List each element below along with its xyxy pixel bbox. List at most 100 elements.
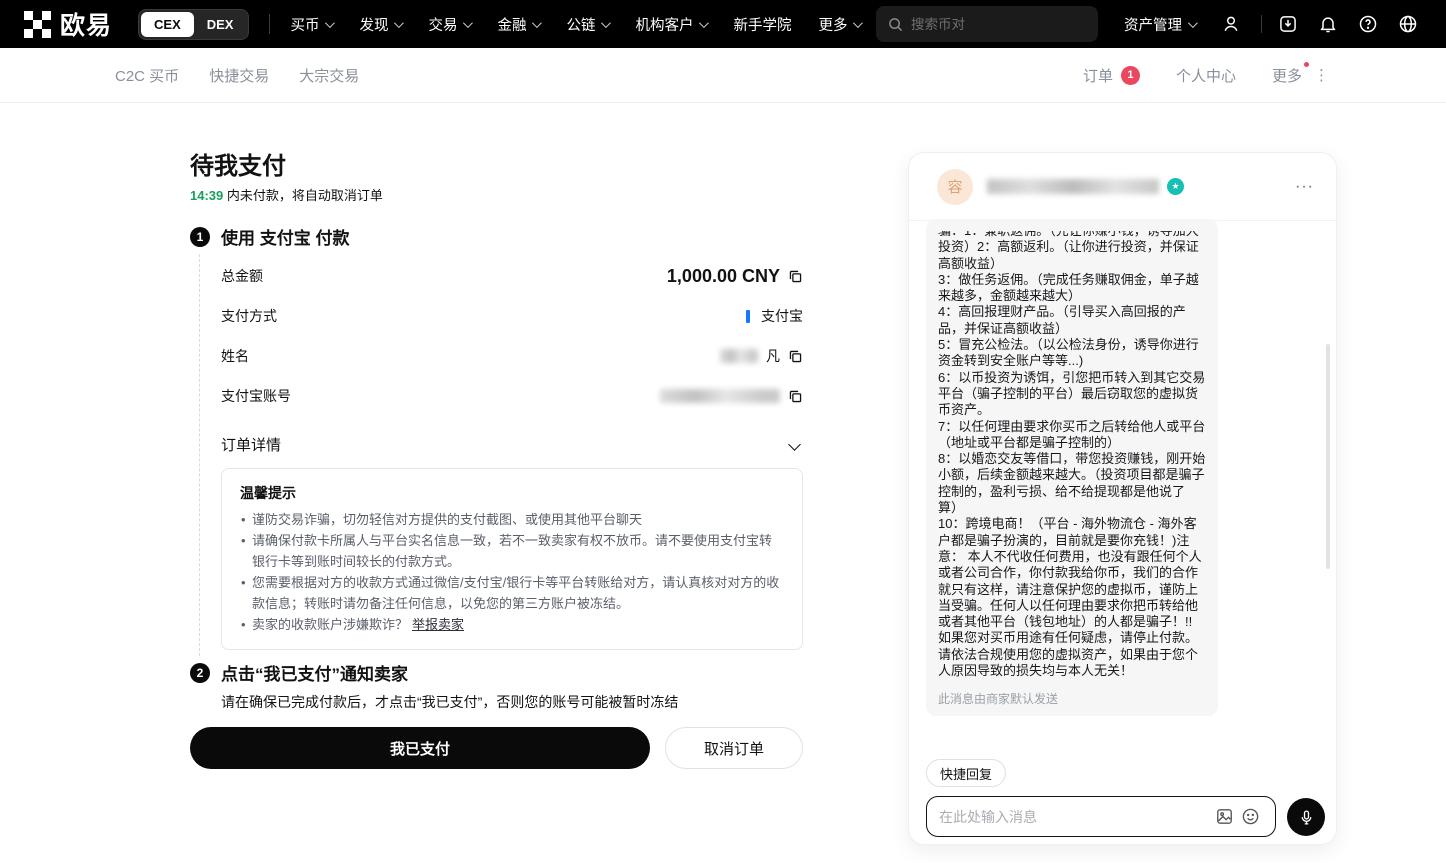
- countdown-line: 14:39 内未付款，将自动取消订单: [190, 185, 383, 204]
- search-input[interactable]: [911, 17, 1071, 32]
- voice-message-button[interactable]: [1287, 798, 1325, 836]
- method-row: 支付方式 支付宝: [221, 296, 803, 336]
- kebab-menu-icon[interactable]: ⋮: [1314, 66, 1330, 84]
- amount-row: 总金额 1,000.00 CNY: [221, 256, 803, 296]
- step2-title: 点击“我已支付”通知卖家: [221, 660, 408, 685]
- sub-navbar: C2C 买币 快捷交易 大宗交易 订单 1 个人中心 更多 ⋮: [0, 48, 1446, 103]
- chevron-down-icon: [532, 18, 542, 28]
- brand-name: 欧易: [60, 6, 112, 42]
- chat-more-icon[interactable]: ···: [1295, 178, 1314, 196]
- nav-item-academy[interactable]: 新手学院: [733, 14, 791, 35]
- chat-message-input[interactable]: [939, 809, 1211, 825]
- user-icon[interactable]: [1219, 12, 1243, 36]
- order-details-label: 订单详情: [221, 434, 281, 455]
- step2-number: 2: [190, 663, 210, 683]
- tip-item: 请确保付款卡所属人与平台实名信息一致，若不一致卖家有权不放币。请不要使用支付宝转…: [240, 530, 784, 572]
- name-visible-char: 凡: [766, 346, 780, 366]
- nav-item-chain[interactable]: 公链: [566, 14, 608, 35]
- orders-count-badge: 1: [1121, 66, 1140, 85]
- more-link[interactable]: 更多: [1272, 65, 1302, 86]
- tab-c2c-buy[interactable]: C2C 买币: [115, 65, 179, 86]
- tab-block-trade[interactable]: 大宗交易: [299, 65, 359, 86]
- help-icon[interactable]: [1356, 12, 1380, 36]
- chat-scrollbar[interactable]: [1326, 344, 1330, 569]
- copy-icon[interactable]: [788, 389, 803, 404]
- paid-button[interactable]: 我已支付: [190, 727, 650, 769]
- toggle-cex[interactable]: CEX: [141, 12, 194, 37]
- chevron-down-icon: [394, 18, 404, 28]
- step1-header: 1 使用 支付宝 付款: [190, 224, 349, 249]
- alipay-icon: [746, 310, 750, 323]
- language-globe-icon[interactable]: [1396, 12, 1420, 36]
- pair-search[interactable]: [876, 6, 1098, 42]
- copy-icon[interactable]: [788, 349, 803, 364]
- okx-logo-icon: [24, 11, 51, 38]
- message-footer-note: 此消息由商家默认发送: [938, 690, 1206, 707]
- step-connector: [199, 254, 200, 656]
- notifications-bell-icon[interactable]: [1316, 12, 1340, 36]
- tips-box: 温馨提示 谨防交易诈骗，切勿轻信对方提供的支付截图、或使用其他平台聊天 请确保付…: [221, 468, 803, 650]
- payee-name-row: 姓名 凡: [221, 336, 803, 376]
- chevron-down-icon: [463, 18, 473, 28]
- page-title: 待我支付: [190, 146, 286, 181]
- chat-panel: 容 ★ ··· 骗：1：兼职返佣。（先让你赚小钱，诱导加大投资）2：高额返利。（…: [908, 152, 1337, 845]
- message-clip[interactable]: 骗：1：兼职返佣。（先让你赚小钱，诱导加大投资）2：高额返利。（让你进行投资，并…: [938, 231, 1206, 683]
- nav-menu: 买币 发现 交易 金融 公链 机构客户 新手学院 更多: [290, 14, 860, 35]
- tip-item: 谨防交易诈骗，切勿轻信对方提供的支付截图、或使用其他平台聊天: [240, 509, 784, 530]
- microphone-icon: [1298, 809, 1315, 826]
- merchant-message-text: 骗：1：兼职返佣。（先让你赚小钱，诱导加大投资）2：高额返利。（让你进行投资，并…: [938, 231, 1206, 679]
- chevron-down-icon: [853, 18, 863, 28]
- attach-image-icon[interactable]: [1211, 804, 1237, 830]
- nav-item-trade[interactable]: 交易: [428, 14, 470, 35]
- merchant-message-bubble: 骗：1：兼职返佣。（先让你赚小钱，诱导加大投资）2：高额返利。（让你进行投资，并…: [926, 219, 1218, 716]
- toggle-dex[interactable]: DEX: [194, 12, 247, 37]
- profile-link[interactable]: 个人中心: [1176, 65, 1236, 86]
- amount-value: 1,000.00 CNY: [667, 266, 780, 287]
- nav-item-buy[interactable]: 买币: [290, 14, 332, 35]
- report-seller-link[interactable]: 举报卖家: [412, 617, 464, 632]
- chat-input-container: [926, 796, 1276, 837]
- redacted-merchant-name: [987, 179, 1159, 194]
- download-app-icon[interactable]: [1276, 12, 1300, 36]
- orders-link[interactable]: 订单 1: [1083, 65, 1140, 86]
- search-icon: [888, 17, 903, 32]
- cex-dex-toggle: CEX DEX: [138, 9, 249, 40]
- step1-number: 1: [190, 227, 210, 247]
- tab-express-trade[interactable]: 快捷交易: [209, 65, 269, 86]
- chevron-down-icon: [788, 438, 801, 451]
- nav-divider: [1261, 15, 1262, 33]
- copy-icon[interactable]: [788, 269, 803, 284]
- verified-badge-icon: ★: [1167, 178, 1184, 195]
- action-buttons: 我已支付 取消订单: [190, 727, 803, 769]
- emoji-icon[interactable]: [1237, 804, 1263, 830]
- nav-divider: [269, 14, 270, 34]
- nav-item-finance[interactable]: 金融: [497, 14, 539, 35]
- redacted-account: [660, 389, 780, 403]
- alipay-account-row: 支付宝账号: [221, 376, 803, 416]
- merchant-avatar: 容: [937, 169, 973, 205]
- page: 欧易 CEX DEX 买币 发现 交易 金融 公链 机构客户 新手学院 更多 资…: [0, 0, 1446, 863]
- chevron-down-icon: [325, 18, 335, 28]
- method-label: 支付方式: [221, 306, 277, 326]
- redacted-name: [720, 349, 758, 363]
- cancel-order-button[interactable]: 取消订单: [665, 727, 803, 769]
- quick-reply-button[interactable]: 快捷回复: [926, 759, 1006, 787]
- nav-item-discover[interactable]: 发现: [359, 14, 401, 35]
- tip-item: 您需要根据对方的收款方式通过微信/支付宝/银行卡等平台转账给对方，请认真核对对方…: [240, 572, 784, 614]
- chevron-down-icon: [1188, 18, 1198, 28]
- order-details-toggle[interactable]: 订单详情: [221, 424, 803, 464]
- countdown-timer: 14:39: [190, 188, 223, 203]
- chevron-down-icon: [601, 18, 611, 28]
- chevron-down-icon: [699, 18, 709, 28]
- payment-details: 总金额 1,000.00 CNY 支付方式 支付宝 姓名 凡: [221, 256, 803, 416]
- top-navbar: 欧易 CEX DEX 买币 发现 交易 金融 公链 机构客户 新手学院 更多 资…: [0, 0, 1446, 48]
- nav-item-institutional[interactable]: 机构客户: [635, 14, 706, 35]
- step2-header: 2 点击“我已支付”通知卖家: [190, 660, 408, 685]
- chat-header: 容 ★ ···: [909, 153, 1336, 221]
- nav-item-more[interactable]: 更多: [818, 14, 860, 35]
- payee-name-label: 姓名: [221, 346, 249, 366]
- assets-menu[interactable]: 资产管理: [1124, 14, 1195, 35]
- amount-label: 总金额: [221, 266, 263, 286]
- report-question: 卖家的收款账户涉嫌欺诈？: [252, 617, 408, 632]
- alipay-account-label: 支付宝账号: [221, 386, 291, 406]
